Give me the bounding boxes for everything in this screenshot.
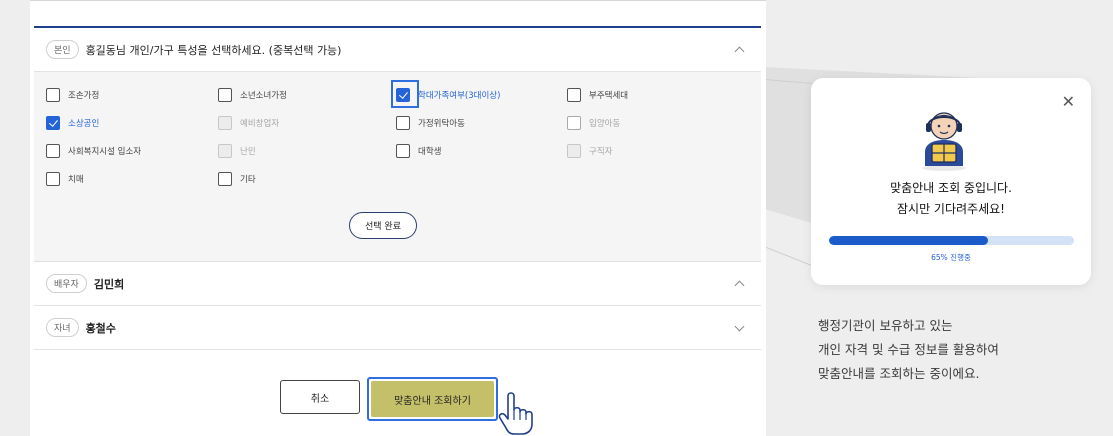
option-label: 소년소녀가정: [240, 91, 287, 101]
option-label: 예비창업자: [240, 119, 280, 129]
option-label: 입양아동: [589, 119, 621, 129]
option-0[interactable]: 조손가정: [46, 88, 99, 102]
member-name: 홍철수: [85, 321, 116, 335]
close-icon[interactable]: ✕: [1062, 92, 1075, 111]
section-title: 홍길동님 개인/가구 특성을 선택하세요. (중복선택 가능): [85, 43, 342, 57]
option-label: 조손가정: [68, 91, 100, 101]
option-6[interactable]: 가정위탁아동: [396, 116, 465, 130]
option-5: 예비창업자: [218, 116, 279, 130]
member-tag: 배우자: [46, 274, 87, 293]
checkbox[interactable]: [46, 144, 60, 158]
option-label: 소상공인: [68, 119, 100, 129]
section-self-header[interactable]: 본인 홍길동님 개인/가구 특성을 선택하세요. (중복선택 가능): [34, 28, 761, 72]
progress-bar: [829, 236, 1074, 245]
checkbox-disabled: [567, 144, 581, 158]
option-label: 난민: [240, 147, 256, 157]
option-7[interactable]: 입양아동: [567, 116, 620, 130]
option-label: 치매: [68, 175, 84, 185]
checkbox[interactable]: [46, 88, 60, 102]
search-button[interactable]: 맞춤안내 조회하기: [371, 381, 494, 417]
section-spouse: 배우자 김민희: [34, 262, 761, 306]
option-label: 가정위탁아동: [418, 119, 465, 129]
section-self: 본인 홍길동님 개인/가구 특성을 선택하세요. (중복선택 가능): [34, 26, 761, 72]
description-line: 개인 자격 및 수급 정보를 활용하여: [818, 342, 999, 357]
option-8[interactable]: 사회복지시설 입소자: [46, 144, 141, 158]
option-label: 구직자: [589, 147, 613, 157]
progress-text: 65% 진행중: [931, 253, 971, 262]
loading-popup: ✕ 맞춤안내 조회 중입니다. 잠시만 기다려주세요! 65% 진행중: [811, 78, 1091, 285]
checkbox[interactable]: [567, 116, 581, 130]
hand-pointer-icon: [498, 392, 533, 435]
description-text: 행정기관이 보유하고 있는 개인 자격 및 수급 정보를 활용하여 맞춤안내를 …: [818, 314, 999, 386]
option-11: 구직자: [567, 144, 612, 158]
option-label: 학대가족여부(3대이상): [418, 91, 501, 101]
option-label: 대학생: [418, 147, 442, 157]
options-panel: 조손가정 소년소녀가정 학대가족여부(3대이상) 부주택세대 소상공인 예비창업…: [34, 72, 761, 262]
loading-message-line1: 맞춤안내 조회 중입니다.: [890, 181, 1012, 195]
chevron-down-icon[interactable]: [734, 321, 745, 331]
checkbox[interactable]: [396, 116, 410, 130]
checkbox-checked[interactable]: [46, 116, 60, 130]
checkbox-disabled: [218, 144, 232, 158]
checkbox[interactable]: [218, 88, 232, 102]
option-13[interactable]: 기타: [218, 172, 256, 186]
member-tag: 본인: [46, 40, 79, 59]
option-12[interactable]: 치매: [46, 172, 84, 186]
option-9: 난민: [218, 144, 256, 158]
option-label: 부주택세대: [589, 91, 629, 101]
option-label: 사회복지시설 입소자: [68, 147, 142, 157]
section-spouse-header[interactable]: 배우자 김민희: [34, 262, 761, 306]
option-2[interactable]: 학대가족여부(3대이상): [396, 88, 500, 102]
checkbox-disabled: [218, 116, 232, 130]
description-line: 맞춤안내를 조회하는 중이에요.: [818, 366, 980, 381]
chevron-up-icon[interactable]: [734, 280, 745, 290]
chevron-up-icon[interactable]: [734, 46, 745, 56]
checkbox[interactable]: [218, 172, 232, 186]
cancel-button[interactable]: 취소: [280, 380, 360, 414]
select-done-button[interactable]: 선택 완료: [349, 212, 417, 239]
checkbox-checked[interactable]: [396, 88, 410, 102]
form-panel: 본인 홍길동님 개인/가구 특성을 선택하세요. (중복선택 가능) 조손가정 …: [30, 0, 766, 436]
option-10[interactable]: 대학생: [396, 144, 441, 158]
description-line: 행정기관이 보유하고 있는: [818, 318, 953, 333]
section-child-header[interactable]: 자녀 홍철수: [34, 306, 761, 350]
option-4[interactable]: 소상공인: [46, 116, 99, 130]
checkbox[interactable]: [567, 88, 581, 102]
section-child: 자녀 홍철수: [34, 306, 761, 350]
progress-fill: [829, 236, 989, 245]
agent-avatar-icon: [922, 112, 966, 171]
option-3[interactable]: 부주택세대: [567, 88, 628, 102]
checkbox[interactable]: [396, 144, 410, 158]
loading-message-line2: 잠시만 기다려주세요!: [897, 202, 1005, 216]
member-tag: 자녀: [46, 318, 79, 337]
checkbox[interactable]: [46, 172, 60, 186]
option-1[interactable]: 소년소녀가정: [218, 88, 287, 102]
member-name: 김민희: [93, 277, 125, 291]
option-label: 기타: [240, 175, 256, 185]
